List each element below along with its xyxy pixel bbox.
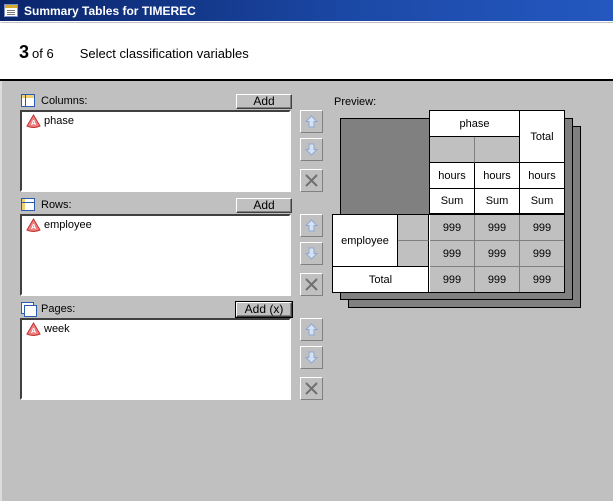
close-icon (305, 382, 318, 395)
window-border (0, 22, 2, 501)
category-variable-icon: A (26, 114, 41, 128)
preview-label: Preview: (334, 96, 377, 108)
arrow-up-icon (305, 115, 318, 128)
stat-header: Sum (520, 189, 564, 213)
pages-remove-button[interactable] (300, 377, 323, 400)
data-cell: 999 (430, 215, 475, 241)
rows-remove-button[interactable] (300, 273, 323, 296)
columns-listbox[interactable]: A phase (20, 110, 291, 192)
column-class-level-2 (475, 137, 520, 163)
title-bar: Summary Tables for TIMEREC (0, 0, 613, 22)
svg-text:A: A (31, 328, 36, 335)
columns-icon (21, 94, 35, 107)
columns-move-down-button[interactable] (300, 138, 323, 161)
column-total-header: Total (520, 111, 564, 163)
category-variable-icon: A (26, 322, 41, 336)
stat-header: Sum (475, 189, 520, 213)
item-label: week (44, 323, 70, 335)
analysis-var-header: hours (520, 163, 564, 189)
item-label: employee (44, 219, 92, 231)
rows-move-down-button[interactable] (300, 242, 323, 265)
list-item[interactable]: A phase (22, 112, 289, 130)
columns-label: Columns: (21, 94, 87, 107)
arrow-up-icon (305, 219, 318, 232)
analysis-var-header: hours (475, 163, 520, 189)
step-number: 3 (19, 42, 30, 62)
arrow-down-icon (305, 247, 318, 260)
rows-move-up-button[interactable] (300, 214, 323, 237)
close-icon (305, 174, 318, 187)
pages-icon (21, 302, 37, 317)
row-class-level-2 (398, 241, 429, 267)
column-class-level-1 (430, 137, 475, 163)
data-cell: 999 (475, 215, 520, 241)
pages-move-down-button[interactable] (300, 346, 323, 369)
data-cell: 999 (520, 241, 564, 267)
rows-icon (21, 198, 35, 211)
analysis-var-header: hours (430, 163, 475, 189)
rows-listbox[interactable]: A employee (20, 214, 291, 296)
columns-move-up-button[interactable] (300, 110, 323, 133)
rows-add-button[interactable]: Add (236, 198, 292, 213)
svg-text:A: A (31, 120, 36, 127)
pages-add-button[interactable]: Add (x) (235, 301, 293, 318)
list-item[interactable]: A week (22, 320, 289, 338)
pages-move-up-button[interactable] (300, 318, 323, 341)
window-title: Summary Tables for TIMEREC (24, 3, 196, 18)
pages-label-text: Pages: (41, 302, 76, 315)
row-var-header: employee (333, 215, 398, 267)
step-total: of 6 (32, 46, 54, 61)
total-cell: 999 (475, 267, 520, 292)
column-var-header: phase (430, 111, 520, 137)
row-class-level-1 (398, 215, 429, 241)
columns-remove-button[interactable] (300, 169, 323, 192)
step-description: Select classification variables (79, 46, 249, 61)
total-cell: 999 (520, 267, 564, 292)
rows-label-text: Rows: (41, 198, 72, 211)
rows-label: Rows: (21, 198, 72, 211)
data-cell: 999 (520, 215, 564, 241)
stat-header: Sum (430, 189, 475, 213)
list-item[interactable]: A employee (22, 216, 289, 234)
table-icon (4, 4, 18, 17)
category-variable-icon: A (26, 218, 41, 232)
step-indicator: 3 of 6 Select classification variables (19, 42, 249, 63)
arrow-down-icon (305, 351, 318, 364)
arrow-down-icon (305, 143, 318, 156)
data-cell: 999 (430, 241, 475, 267)
svg-text:A: A (31, 224, 36, 231)
columns-add-button[interactable]: Add (236, 94, 292, 109)
data-cell: 999 (475, 241, 520, 267)
pages-label: Pages: (21, 302, 76, 317)
item-label: phase (44, 115, 74, 127)
pages-listbox[interactable]: A week (20, 318, 291, 400)
row-total-header: Total (333, 267, 429, 292)
wizard-header: 3 of 6 Select classification variables (0, 23, 613, 81)
close-icon (305, 278, 318, 291)
arrow-up-icon (305, 323, 318, 336)
total-cell: 999 (430, 267, 475, 292)
columns-label-text: Columns: (41, 94, 88, 107)
